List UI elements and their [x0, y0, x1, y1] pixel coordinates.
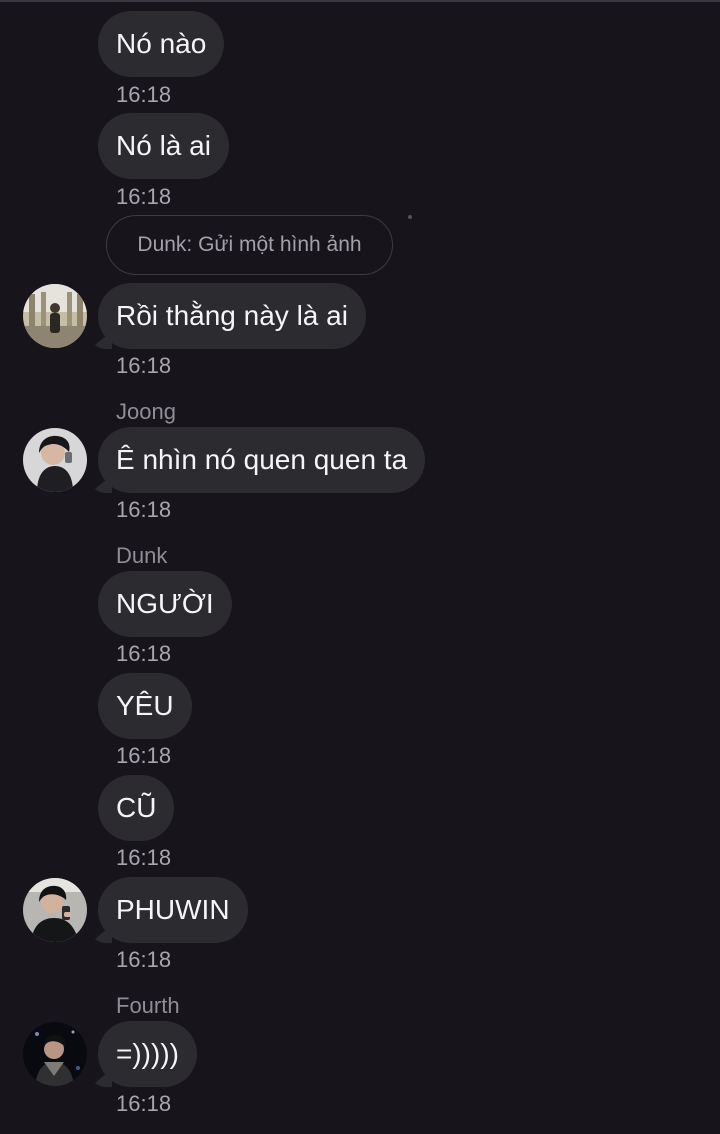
- sender-name: Joong: [116, 399, 176, 424]
- avatar[interactable]: [23, 878, 87, 942]
- message-time: 16:18: [116, 1091, 172, 1116]
- message-time: 16:18: [116, 743, 172, 768]
- message-time: 16:18: [116, 845, 172, 870]
- message-bubble[interactable]: NGƯỜI: [98, 571, 232, 637]
- message-text: =))))): [116, 1038, 179, 1069]
- avatar[interactable]: [23, 284, 87, 348]
- avatar-photo-icon: [23, 878, 87, 942]
- message-bubble[interactable]: =))))): [98, 1021, 197, 1087]
- message-bubble[interactable]: Nó là ai: [98, 113, 229, 179]
- system-notice: Dunk: Gửi một hình ảnh: [106, 215, 393, 275]
- avatar-photo-icon: [23, 428, 87, 492]
- message-time: 16:18: [116, 497, 172, 522]
- chat-thread[interactable]: Nó nào 16:18 Nó là ai 16:18 Dunk: Gửi mộ…: [0, 0, 720, 1134]
- avatar-photo-icon: [23, 284, 87, 348]
- message-time: 16:18: [116, 353, 172, 378]
- message-time: 16:18: [116, 641, 172, 666]
- message-bubble[interactable]: Nó nào: [98, 11, 225, 77]
- avatar[interactable]: [23, 1022, 87, 1086]
- message-text: Nó là ai: [116, 130, 211, 161]
- message-text: CŨ: [116, 792, 157, 823]
- sender-name: Dunk: [116, 543, 168, 568]
- message-text: Nó nào: [116, 28, 207, 59]
- message-bubble[interactable]: YÊU: [98, 673, 192, 739]
- message-time: 16:18: [116, 947, 172, 972]
- message-text: YÊU: [116, 690, 174, 721]
- message-time: 16:18: [116, 184, 172, 209]
- message-text: NGƯỜI: [116, 588, 214, 619]
- avatar-photo-icon: [23, 1022, 87, 1086]
- message-bubble[interactable]: Rồi thằng này là ai: [98, 283, 366, 349]
- message-text: PHUWIN: [116, 894, 230, 925]
- message-bubble[interactable]: PHUWIN: [98, 877, 248, 943]
- message-text: Ê nhìn nó quen quen ta: [116, 444, 408, 475]
- message-text: Rồi thằng này là ai: [116, 300, 348, 331]
- message-time: 16:18: [116, 82, 172, 107]
- message-bubble[interactable]: CŨ: [98, 775, 175, 841]
- sender-name: Fourth: [116, 993, 180, 1018]
- avatar[interactable]: [23, 428, 87, 492]
- status-dot: [408, 215, 412, 219]
- message-bubble[interactable]: Ê nhìn nó quen quen ta: [98, 427, 426, 493]
